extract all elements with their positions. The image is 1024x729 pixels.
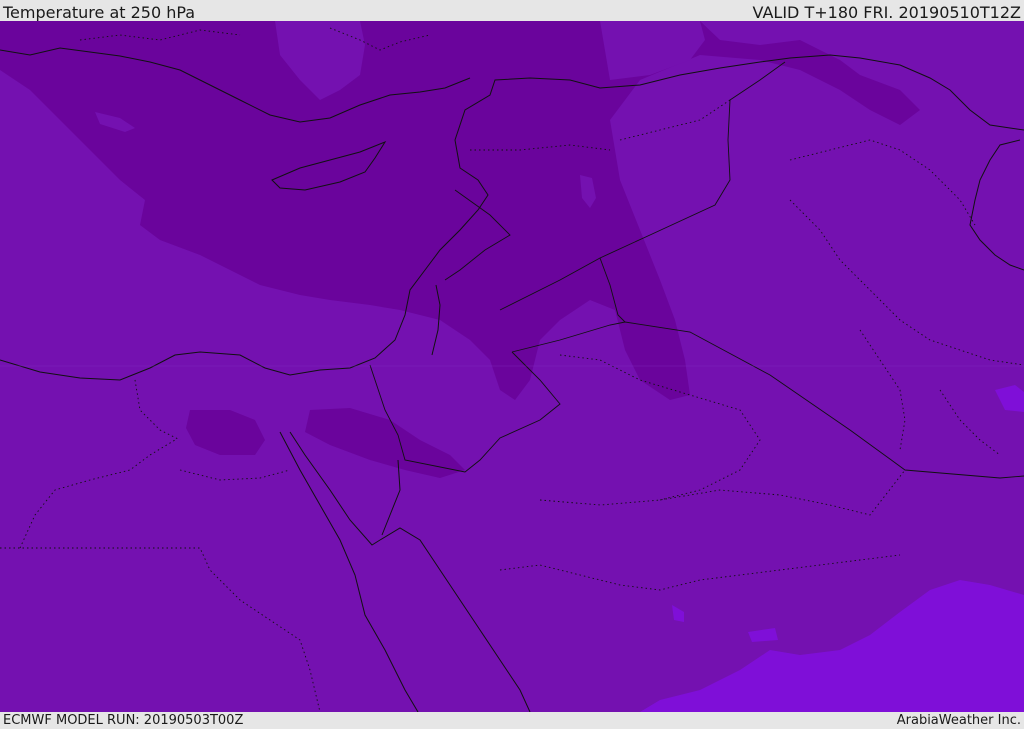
footer-bar: ECMWF MODEL RUN: 20190503T00Z ArabiaWeat… [0,712,1024,729]
map-canvas [0,21,1024,712]
header-bar: Temperature at 250 hPa VALID T+180 FRI. … [0,0,1024,22]
credit-label: ArabiaWeather Inc. [896,713,1021,728]
weather-map[interactable] [0,21,1024,712]
valid-time: VALID T+180 FRI. 20190510T12Z [752,3,1021,22]
map-title: Temperature at 250 hPa [3,3,196,22]
model-run-label: ECMWF MODEL RUN: 20190503T00Z [3,713,244,728]
